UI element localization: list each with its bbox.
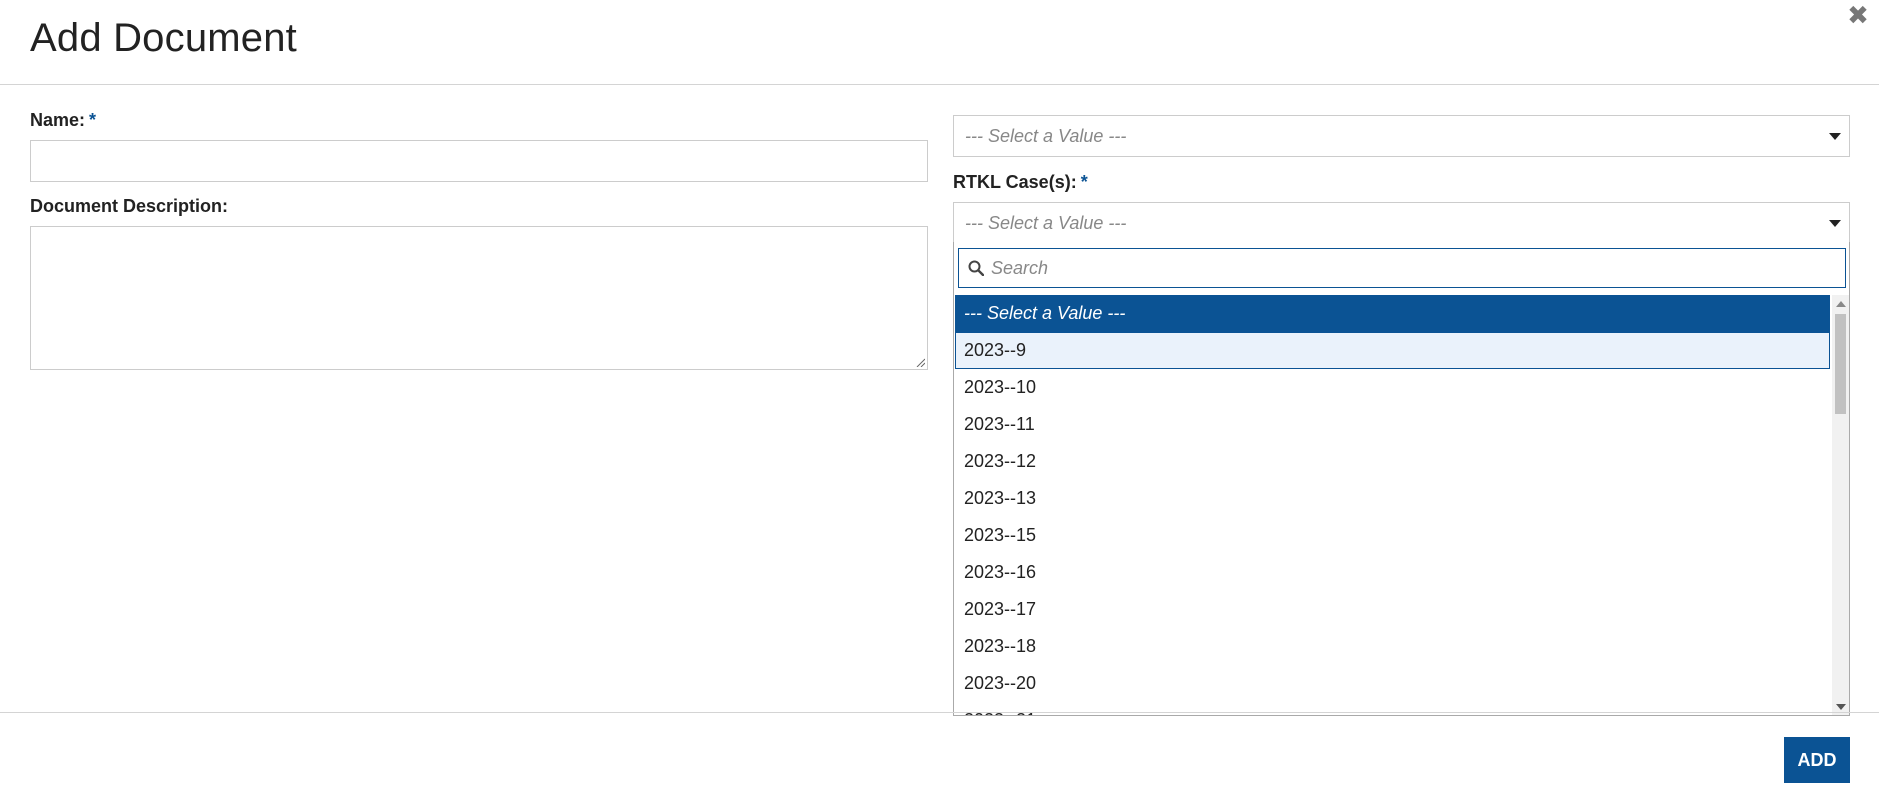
description-label: Document Description:: [30, 196, 229, 216]
close-icon[interactable]: ✖: [1845, 2, 1871, 28]
name-label: Name: *: [30, 110, 96, 131]
scroll-down-icon[interactable]: [1836, 704, 1846, 710]
description-textarea[interactable]: [30, 226, 928, 370]
rtkl-select[interactable]: --- Select a Value ---: [953, 202, 1850, 244]
rtkl-label: RTKL Case(s): *: [953, 172, 1088, 193]
scroll-up-icon[interactable]: [1836, 301, 1846, 307]
resize-handle-icon[interactable]: [915, 357, 925, 367]
dropdown-option[interactable]: 2023--9: [955, 332, 1830, 369]
required-marker: *: [89, 110, 97, 130]
dropdown-option[interactable]: 2023--18: [955, 628, 1830, 665]
dialog-header: Add Document ✖: [0, 0, 1879, 85]
search-icon: [968, 260, 984, 276]
top-select[interactable]: --- Select a Value ---: [953, 115, 1850, 157]
dropdown-option[interactable]: --- Select a Value ---: [955, 295, 1830, 332]
top-select-placeholder: --- Select a Value ---: [965, 126, 1127, 146]
chevron-down-icon: [1829, 133, 1841, 140]
rtkl-select-placeholder: --- Select a Value ---: [965, 213, 1127, 233]
dropdown-options-list: --- Select a Value --- 2023--9 2023--10 202…: [955, 295, 1830, 715]
search-placeholder: Search: [991, 258, 1049, 278]
dropdown-scrollbar[interactable]: [1832, 295, 1849, 715]
add-button[interactable]: ADD: [1784, 737, 1850, 783]
rtkl-dropdown: Search --- Select a Value --- 2023--9 2023…: [953, 242, 1850, 716]
dialog-title: Add Document: [30, 16, 297, 60]
rtkl-label-text: RTKL Case(s):: [953, 172, 1077, 192]
dropdown-option[interactable]: 2023--15: [955, 517, 1830, 554]
dropdown-option[interactable]: 2023--17: [955, 591, 1830, 628]
chevron-down-icon: [1829, 220, 1841, 227]
name-input[interactable]: [30, 140, 928, 182]
dropdown-option[interactable]: 2023--20: [955, 665, 1830, 702]
dropdown-option[interactable]: 2023--11: [955, 406, 1830, 443]
dropdown-option[interactable]: 2023--16: [955, 554, 1830, 591]
required-marker: *: [1080, 172, 1088, 192]
scrollbar-thumb[interactable]: [1835, 314, 1846, 414]
dropdown-option[interactable]: 2023--10: [955, 369, 1830, 406]
dialog-footer: [0, 712, 1879, 789]
dropdown-option[interactable]: 2023--12: [955, 443, 1830, 480]
dropdown-option[interactable]: 2023--13: [955, 480, 1830, 517]
name-label-text: Name:: [30, 110, 86, 130]
dropdown-search-input[interactable]: Search: [958, 248, 1846, 288]
